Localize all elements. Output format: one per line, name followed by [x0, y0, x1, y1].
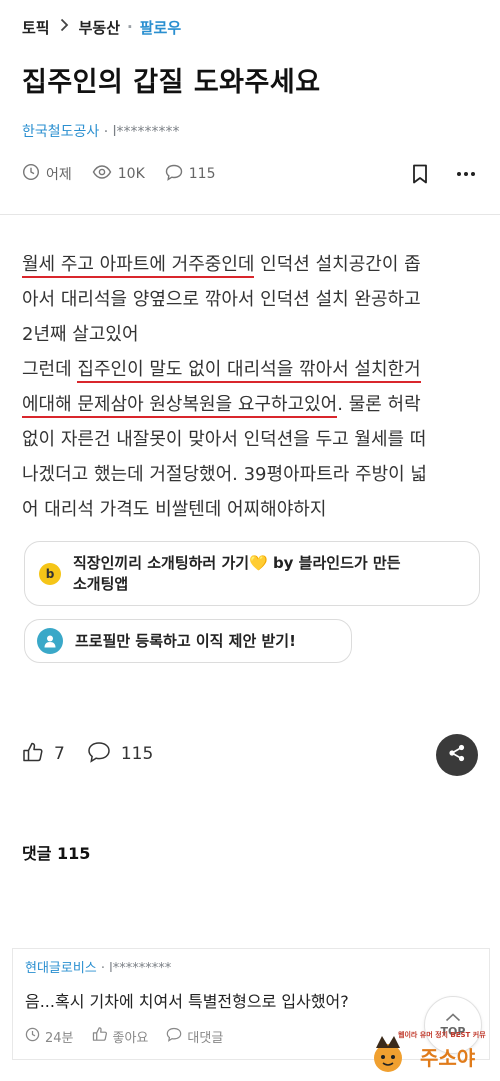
- comment-icon: [87, 741, 121, 768]
- blind-dating-banner[interactable]: b 직장인끼리 소개팅하러 가기💛 by 블라인드가 만든 소개팅앱: [24, 541, 480, 606]
- author-separator: ·: [99, 124, 113, 140]
- comment-like-button[interactable]: 좋아요: [92, 1026, 149, 1046]
- watermark-brand: 주소야: [420, 1046, 476, 1070]
- post-time-text: 어제: [46, 167, 72, 183]
- bookmark-icon[interactable]: [408, 162, 432, 186]
- body-text: . 물론 허락: [337, 394, 421, 415]
- post-author: 한국철도공사 · l*********: [22, 121, 180, 141]
- comment-author-company[interactable]: 현대글로비스: [25, 961, 97, 976]
- body-line: 어 대리석 가격도 비쌀텐데 어찌해야하지: [22, 499, 327, 520]
- page-title: 집주인의 갑질 도와주세요: [22, 67, 321, 98]
- watermark-logo: 웹이라 유머 정치 BEST 커뮤 주소야: [366, 1028, 496, 1078]
- watermark-tagline: 웹이라 유머 정치 BEST 커뮤: [398, 1031, 486, 1039]
- banner-text: 직장인끼리 소개팅하러 가기💛 by 블라인드가 만든 소개팅앱: [73, 553, 401, 595]
- clock-icon: [22, 163, 46, 185]
- banner-text: 프로필만 등록하고 이직 제안 받기!: [75, 631, 296, 650]
- comment-time: 24분: [25, 1027, 74, 1046]
- body-line: 월세 주고 아파트에 거주중인데 인덕션 설치공간이 좁: [22, 247, 482, 282]
- comment-author: 현대글로비스 · l*********: [25, 957, 477, 976]
- comment-icon: [166, 1027, 187, 1046]
- post-comment-count[interactable]: 115: [165, 164, 216, 185]
- chevron-right-icon: [60, 18, 69, 36]
- comment-reply-label: 대댓글: [187, 1030, 224, 1046]
- banner-text-line: 직장인끼리 소개팅하러 가기💛 by 블라인드가 만든: [73, 553, 401, 572]
- body-text: 인덕션 설치공간이 좁: [254, 254, 421, 275]
- share-button[interactable]: [436, 734, 478, 776]
- post-time: 어제: [22, 163, 72, 185]
- comment-icon: [165, 164, 189, 185]
- share-icon: [447, 743, 467, 767]
- comment-button[interactable]: 115: [87, 741, 153, 768]
- profile-banner[interactable]: 프로필만 등록하고 이직 제안 받기!: [24, 619, 352, 663]
- body-line: 나겠더고 했는데 거절당했어. 39평아파트라 주방이 넓: [22, 464, 427, 485]
- post-body: 월세 주고 아파트에 거주중인데 인덕션 설치공간이 좁 아서 대리석을 양옆으…: [22, 247, 482, 527]
- banner-text-line: 소개팅앱: [73, 574, 129, 593]
- post-views-text: 10K: [117, 166, 145, 182]
- comment-author-separator: ·: [96, 961, 110, 976]
- comment-author-name: l*********: [109, 961, 172, 976]
- blind-logo-icon: b: [39, 562, 61, 585]
- thumbs-up-icon: [22, 741, 54, 768]
- post-meta: 어제 10K 115: [22, 163, 236, 185]
- comment-reply-button[interactable]: 대댓글: [166, 1027, 223, 1046]
- like-button[interactable]: 7: [22, 741, 65, 768]
- body-line: 그런데 집주인이 말도 없이 대리석을 깎아서 설치한거: [22, 352, 482, 387]
- breadcrumb-category[interactable]: 부동산: [79, 17, 120, 38]
- highlighted-text: 에대해 문제삼아 원상복원을 요구하고있어: [22, 394, 338, 418]
- breadcrumb-separator: ·: [127, 18, 133, 36]
- post-views: 10K: [92, 164, 145, 184]
- highlighted-text: 월세 주고 아파트에 거주중인데: [22, 254, 255, 278]
- chevron-up-icon: [445, 1012, 461, 1025]
- body-line: 에대해 문제삼아 원상복원을 요구하고있어. 물론 허락: [22, 387, 482, 422]
- breadcrumb-topic[interactable]: 토픽: [22, 17, 50, 38]
- post-reactions: 7 115: [22, 741, 175, 768]
- comment-count: 115: [120, 744, 154, 764]
- breadcrumb: 토픽 부동산 · 팔로우: [22, 16, 181, 38]
- body-line: 아서 대리석을 양옆으로 깎아서 인덕션 설치 완공하고: [22, 289, 421, 310]
- profile-icon: [37, 628, 63, 654]
- body-text: 그런데: [22, 359, 78, 380]
- author-company[interactable]: 한국철도공사: [22, 124, 99, 140]
- divider: [0, 214, 500, 215]
- eye-icon: [92, 164, 118, 184]
- clock-icon: [25, 1027, 45, 1046]
- highlighted-text: 집주인이 말도 없이 대리석을 깎아서 설치한거: [77, 359, 421, 383]
- post-actions: [386, 162, 478, 186]
- author-name: l*********: [112, 124, 180, 140]
- post-comment-count-text: 115: [188, 166, 216, 182]
- follow-button[interactable]: 팔로우: [140, 17, 181, 38]
- comment-text: 음...혹시 기차에 치여서 특별전형으로 입사했어?: [25, 992, 349, 1011]
- comment-time-text: 24분: [45, 1030, 74, 1046]
- like-count: 7: [54, 744, 65, 764]
- more-icon[interactable]: [454, 162, 478, 186]
- comments-title: 댓글 115: [22, 844, 91, 863]
- thumbs-up-icon: [92, 1026, 113, 1046]
- comment-like-label: 좋아요: [112, 1030, 149, 1046]
- body-line: 2년째 살고있어: [22, 324, 139, 345]
- body-line: 없이 자른건 내잘못이 맞아서 인덕션을 두고 월세를 떠: [22, 429, 427, 450]
